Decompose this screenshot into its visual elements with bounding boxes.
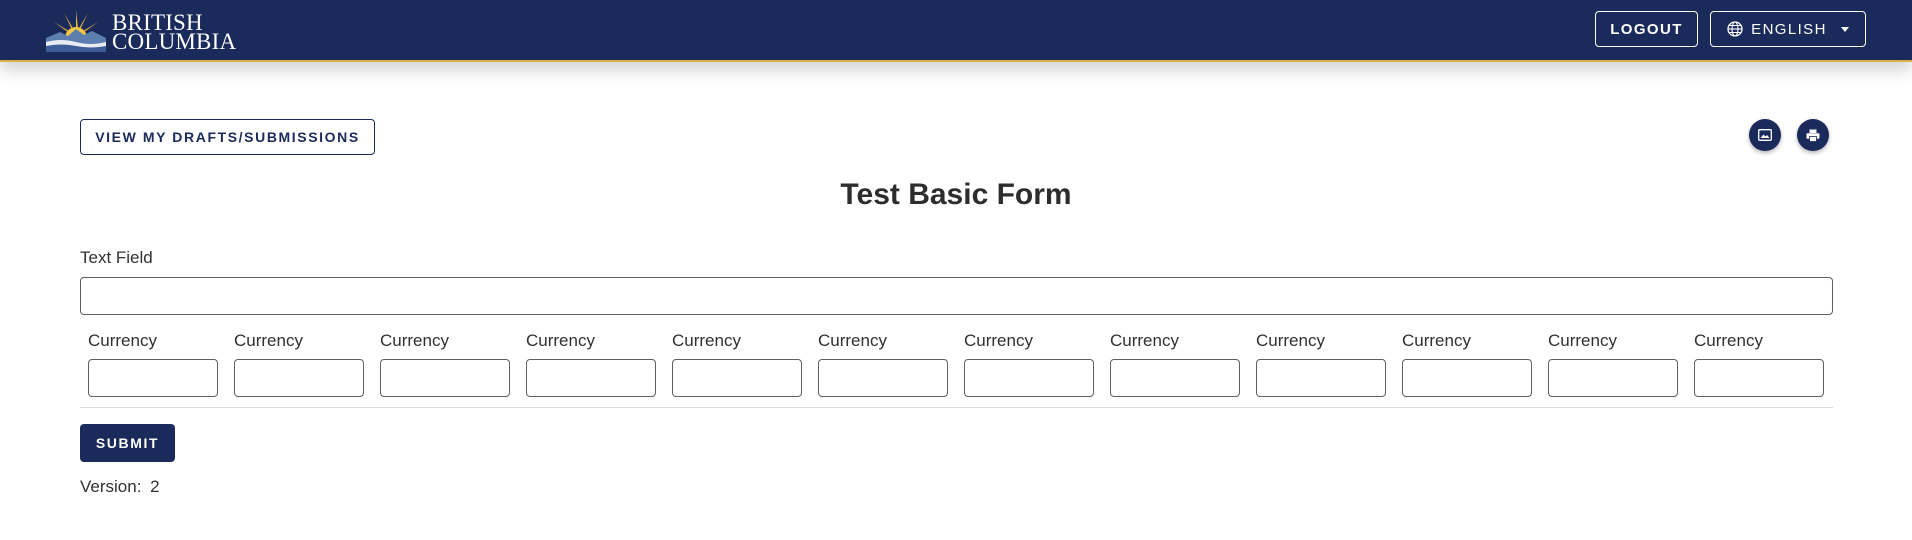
form-divider xyxy=(80,407,1833,408)
currency-label: Currency xyxy=(234,331,303,350)
site-header: BRITISH COLUMBIA LOGOUT ENGLISH xyxy=(0,0,1912,62)
currency-input[interactable] xyxy=(380,359,510,397)
bc-sun-logo-icon xyxy=(46,10,106,52)
currency-field-5: Currency xyxy=(672,331,802,397)
version-value: 2 xyxy=(150,477,160,496)
currency-field-1: Currency xyxy=(88,331,218,397)
currency-input[interactable] xyxy=(234,359,364,397)
currency-field-8: Currency xyxy=(1110,331,1240,397)
submit-label: SUBMIT xyxy=(95,435,160,451)
logout-label: LOGOUT xyxy=(1610,20,1683,38)
version-label: Version: xyxy=(80,477,142,496)
print-icon xyxy=(1806,129,1820,142)
globe-icon xyxy=(1727,21,1743,37)
currency-field-7: Currency xyxy=(964,331,1094,397)
image-button[interactable] xyxy=(1749,119,1781,151)
currency-label: Currency xyxy=(1256,331,1325,350)
currency-field-3: Currency xyxy=(380,331,510,397)
currency-label: Currency xyxy=(88,331,157,350)
logo-line-2: COLUMBIA xyxy=(112,29,237,54)
submit-button[interactable]: SUBMIT xyxy=(80,424,175,462)
currency-input[interactable] xyxy=(1256,359,1386,397)
text-field-label: Text Field xyxy=(80,248,153,267)
currency-label: Currency xyxy=(1694,331,1763,350)
currency-input[interactable] xyxy=(526,359,656,397)
currency-input[interactable] xyxy=(1694,359,1824,397)
currency-field-6: Currency xyxy=(818,331,948,397)
currency-field-9: Currency xyxy=(1256,331,1386,397)
currency-input[interactable] xyxy=(88,359,218,397)
currency-label: Currency xyxy=(1402,331,1471,350)
currency-label: Currency xyxy=(380,331,449,350)
currency-input[interactable] xyxy=(818,359,948,397)
currency-input[interactable] xyxy=(964,359,1094,397)
currency-label: Currency xyxy=(1548,331,1617,350)
currency-input[interactable] xyxy=(1402,359,1532,397)
view-drafts-submissions-button[interactable]: VIEW MY DRAFTS/SUBMISSIONS xyxy=(80,119,375,155)
version-info: Version: 2 xyxy=(80,477,160,497)
language-selector[interactable]: ENGLISH xyxy=(1710,11,1866,47)
currency-field-12: Currency xyxy=(1694,331,1824,397)
bc-logo-wordmark: BRITISH COLUMBIA xyxy=(112,11,237,54)
currency-label: Currency xyxy=(526,331,595,350)
currency-input[interactable] xyxy=(1110,359,1240,397)
text-field-input[interactable] xyxy=(80,277,1833,315)
bc-logo[interactable]: BRITISH COLUMBIA xyxy=(46,8,236,53)
form-title: Test Basic Form xyxy=(840,178,1072,211)
currency-input[interactable] xyxy=(672,359,802,397)
currency-label: Currency xyxy=(818,331,887,350)
chevron-down-icon xyxy=(1840,26,1849,32)
image-icon xyxy=(1758,129,1772,141)
currency-field-10: Currency xyxy=(1402,331,1532,397)
print-button[interactable] xyxy=(1797,119,1829,151)
drafts-button-label: VIEW MY DRAFTS/SUBMISSIONS xyxy=(95,129,360,145)
currency-field-11: Currency xyxy=(1548,331,1678,397)
currency-label: Currency xyxy=(964,331,1033,350)
currency-label: Currency xyxy=(672,331,741,350)
currency-input[interactable] xyxy=(1548,359,1678,397)
language-label: ENGLISH xyxy=(1751,20,1827,38)
currency-label: Currency xyxy=(1110,331,1179,350)
logout-button[interactable]: LOGOUT xyxy=(1595,11,1698,47)
currency-field-2: Currency xyxy=(234,331,364,397)
currency-field-4: Currency xyxy=(526,331,656,397)
